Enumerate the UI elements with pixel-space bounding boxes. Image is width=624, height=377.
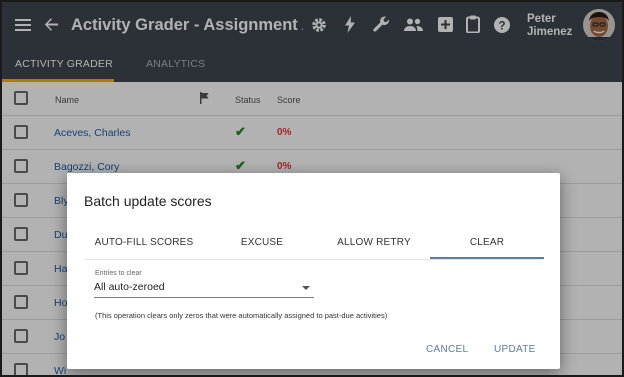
tab-allow-retry[interactable]: ALLOW RETRY [329,237,419,248]
tab-auto-fill-scores[interactable]: AUTO-FILL SCORES [84,237,204,248]
entries-to-clear-value: All auto-zeroed [94,281,165,293]
entries-to-clear-label: Entries to clear [95,270,142,277]
dropdown-caret-icon [302,286,310,290]
dialog-tabs-divider [84,259,543,260]
update-button[interactable]: UPDATE [494,344,536,355]
tab-clear[interactable]: CLEAR [430,237,544,248]
tab-excuse[interactable]: EXCUSE [227,237,297,248]
cancel-button[interactable]: CANCEL [426,344,468,355]
batch-update-dialog: Batch update scores AUTO-FILL SCORES EXC… [67,173,560,369]
dialog-title: Batch update scores [84,193,212,209]
operation-note: (This operation clears only zeros that w… [95,311,388,320]
entries-to-clear-select[interactable]: All auto-zeroed [94,279,314,298]
active-dialog-tab-indicator [430,257,544,259]
app-window: Activity Grader - Assignment Acti... ? P… [0,0,624,377]
